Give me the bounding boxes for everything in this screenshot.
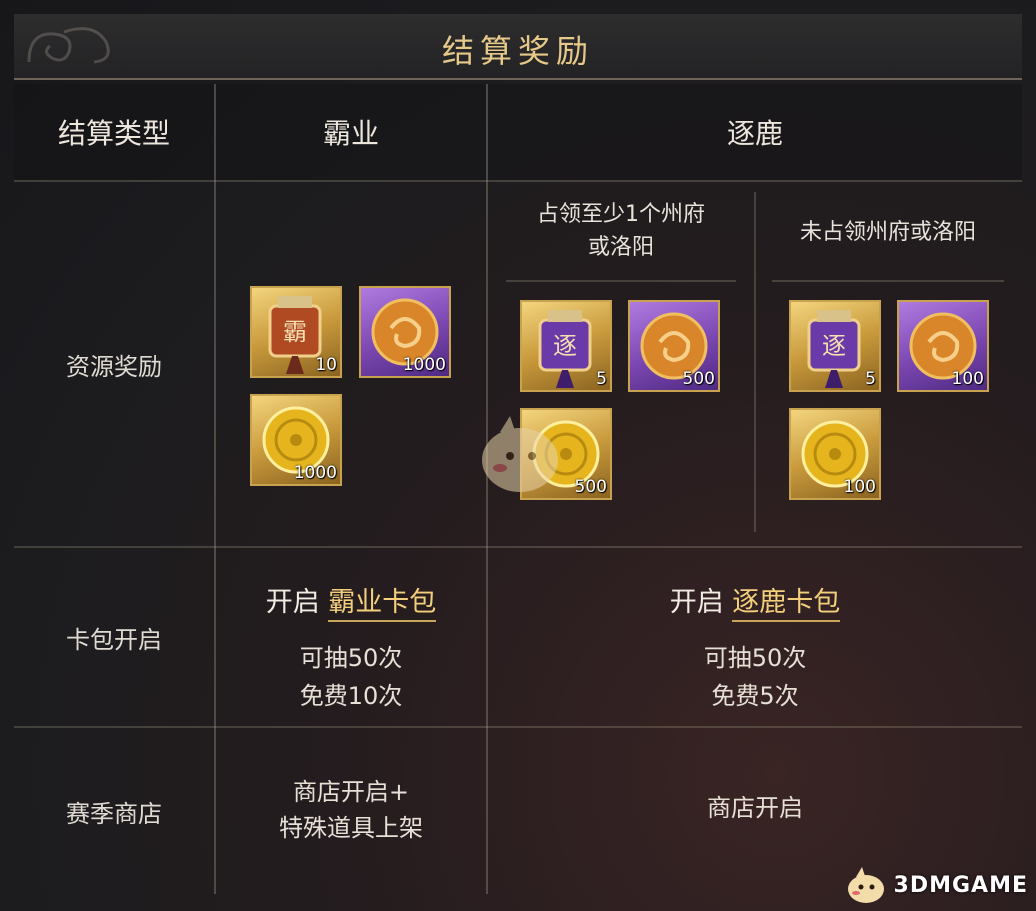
reward-item-coin[interactable]: 100 [789, 408, 881, 500]
reward-item-jade[interactable]: 1000 [359, 286, 451, 378]
divider [506, 280, 736, 282]
cardpack-baye-draws: 可抽50次 [299, 644, 403, 672]
svg-text:逐: 逐 [553, 332, 577, 360]
mascot-watermark-icon [482, 416, 558, 492]
shop-zhulu-text: 商店开启 [707, 794, 803, 822]
title-bar: 结算奖励 [14, 14, 1022, 80]
page-title: 结算奖励 [441, 32, 594, 70]
reward-item-banner[interactable]: 霸 10 [250, 286, 342, 378]
header-baye: 霸业 [216, 84, 486, 180]
row-label-cardpack: 卡包开启 [66, 625, 162, 654]
cardpack-zhulu-draws: 可抽50次 [703, 644, 807, 672]
divider [214, 84, 216, 894]
divider [772, 280, 1004, 282]
item-quantity: 5 [865, 369, 876, 389]
mascot-logo-icon [847, 867, 884, 903]
watermark-text: 3DMGAME [893, 872, 1028, 898]
reward-item-jade[interactable]: 100 [897, 300, 989, 392]
item-quantity: 5 [596, 369, 607, 389]
item-quantity: 10 [315, 355, 337, 375]
item-quantity: 1000 [402, 355, 446, 375]
shop-baye-text: 商店开启+ 特殊道具上架 [279, 778, 423, 842]
item-quantity: 500 [682, 369, 715, 389]
reward-item-banner[interactable]: 逐 5 [789, 300, 881, 392]
reward-item-jade[interactable]: 500 [628, 300, 720, 392]
svg-text:霸: 霸 [283, 318, 307, 346]
item-quantity: 100 [951, 369, 984, 389]
cardpack-zhulu-title: 开启 逐鹿卡包 [488, 580, 1022, 622]
header-zhulu: 逐鹿 [488, 84, 1022, 180]
reward-item-banner[interactable]: 逐 5 [520, 300, 612, 392]
watermark: 3DMGAME [844, 865, 1028, 905]
cardpack-baye-link[interactable]: 霸业卡包 [328, 587, 437, 622]
row-label-shop: 赛季商店 [66, 799, 162, 828]
item-quantity: 1000 [293, 463, 337, 483]
cardpack-baye-title: 开启 霸业卡包 [216, 580, 486, 622]
cardpack-baye-free: 免费10次 [299, 682, 403, 710]
cardpack-prefix: 开启 [669, 587, 724, 618]
cardpack-zhulu-link[interactable]: 逐鹿卡包 [732, 587, 841, 622]
header-type: 结算类型 [14, 84, 214, 180]
zhulu-subheader-occupied: 占领至少1个州府 或洛阳 [537, 202, 705, 260]
divider [754, 192, 756, 532]
row-label-resource: 资源奖励 [66, 352, 162, 381]
reward-item-coin[interactable]: 1000 [250, 394, 342, 486]
item-quantity: 100 [843, 477, 876, 497]
svg-text:逐: 逐 [822, 332, 846, 360]
cardpack-zhulu-free: 免费5次 [711, 682, 799, 710]
zhulu-subheader-unoccupied: 未占领州府或洛阳 [799, 220, 976, 245]
cardpack-prefix: 开启 [265, 587, 320, 618]
item-quantity: 500 [574, 477, 607, 497]
